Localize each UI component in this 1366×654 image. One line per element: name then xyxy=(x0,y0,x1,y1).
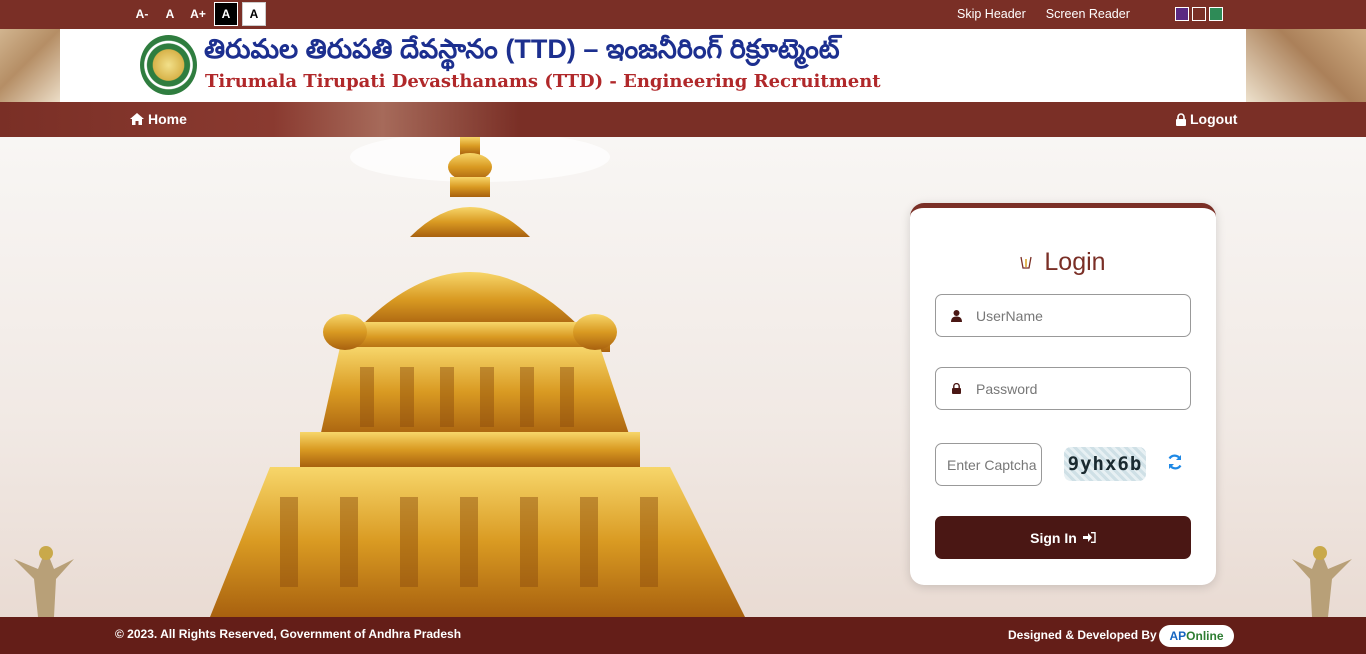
nav-logout-label: Logout xyxy=(1190,111,1238,127)
top-links: Skip Header Screen Reader xyxy=(957,7,1130,21)
screen-reader-link[interactable]: Screen Reader xyxy=(1046,7,1130,21)
theme-swatch-purple[interactable] xyxy=(1175,7,1189,21)
skip-header-link[interactable]: Skip Header xyxy=(957,7,1026,21)
lock-icon xyxy=(1176,112,1186,126)
login-header: Login xyxy=(910,248,1216,277)
light-contrast-button[interactable]: A xyxy=(242,2,266,26)
sign-in-icon xyxy=(1082,532,1096,543)
garuda-statue-left xyxy=(14,546,74,617)
font-size-controls: A- A A+ A A xyxy=(130,2,266,26)
nav-home-label: Home xyxy=(148,111,187,127)
sign-in-button[interactable]: Sign In xyxy=(935,516,1191,559)
password-field xyxy=(935,367,1191,410)
login-title: Login xyxy=(1044,248,1106,276)
header-temple-art-left xyxy=(0,29,60,102)
font-normal-button[interactable]: A xyxy=(158,2,182,26)
site-header: తిరుమల తిరుపతి దేవస్థానం (TTD) – ఇంజనీరి… xyxy=(0,29,1366,102)
captcha-input[interactable] xyxy=(935,443,1042,486)
namam-icon xyxy=(1020,256,1033,269)
aponline-online: Online xyxy=(1186,629,1224,643)
header-temple-art-right xyxy=(1246,29,1366,102)
font-increase-button[interactable]: A+ xyxy=(186,2,210,26)
aponline-ap: AP xyxy=(1169,629,1187,643)
site-footer: © 2023. All Rights Reserved, Government … xyxy=(0,617,1366,654)
refresh-captcha-icon[interactable] xyxy=(1166,453,1184,471)
site-title-telugu: తిరుమల తిరుపతి దేవస్థానం (TTD) – ఇంజనీరి… xyxy=(204,34,840,64)
user-icon xyxy=(936,295,976,336)
top-utility-bar: A- A A+ A A Skip Header Screen Reader xyxy=(0,0,1366,29)
temple-gopuram-image xyxy=(210,137,745,617)
username-field xyxy=(935,294,1191,337)
designed-by-text: Designed & Developed By xyxy=(1008,628,1157,642)
theme-swatch-green[interactable] xyxy=(1209,7,1223,21)
captcha-image: 9yhx6b xyxy=(1064,447,1146,481)
copyright-text: © 2023. All Rights Reserved, Government … xyxy=(115,627,462,641)
theme-swatches xyxy=(1175,7,1223,21)
password-input[interactable] xyxy=(976,380,1176,397)
username-input[interactable] xyxy=(976,307,1176,324)
site-title-english: Tirumala Tirupati Devasthanams (TTD) - E… xyxy=(205,71,881,92)
lock-icon xyxy=(936,368,976,409)
sign-in-label: Sign In xyxy=(1030,529,1077,546)
aponline-logo[interactable]: AP Online xyxy=(1159,625,1234,647)
home-icon xyxy=(130,113,144,125)
login-card: Login 9yhx6b Sign In xyxy=(910,203,1216,585)
nav-logout-link[interactable]: Logout xyxy=(1176,111,1237,127)
garuda-statue-right xyxy=(1292,546,1352,617)
theme-swatch-maroon[interactable] xyxy=(1192,7,1206,21)
nav-home-link[interactable]: Home xyxy=(130,111,187,127)
font-decrease-button[interactable]: A- xyxy=(130,2,154,26)
ttd-logo xyxy=(140,35,197,95)
dark-contrast-button[interactable]: A xyxy=(214,2,238,26)
main-nav: Home Logout xyxy=(0,102,1366,137)
